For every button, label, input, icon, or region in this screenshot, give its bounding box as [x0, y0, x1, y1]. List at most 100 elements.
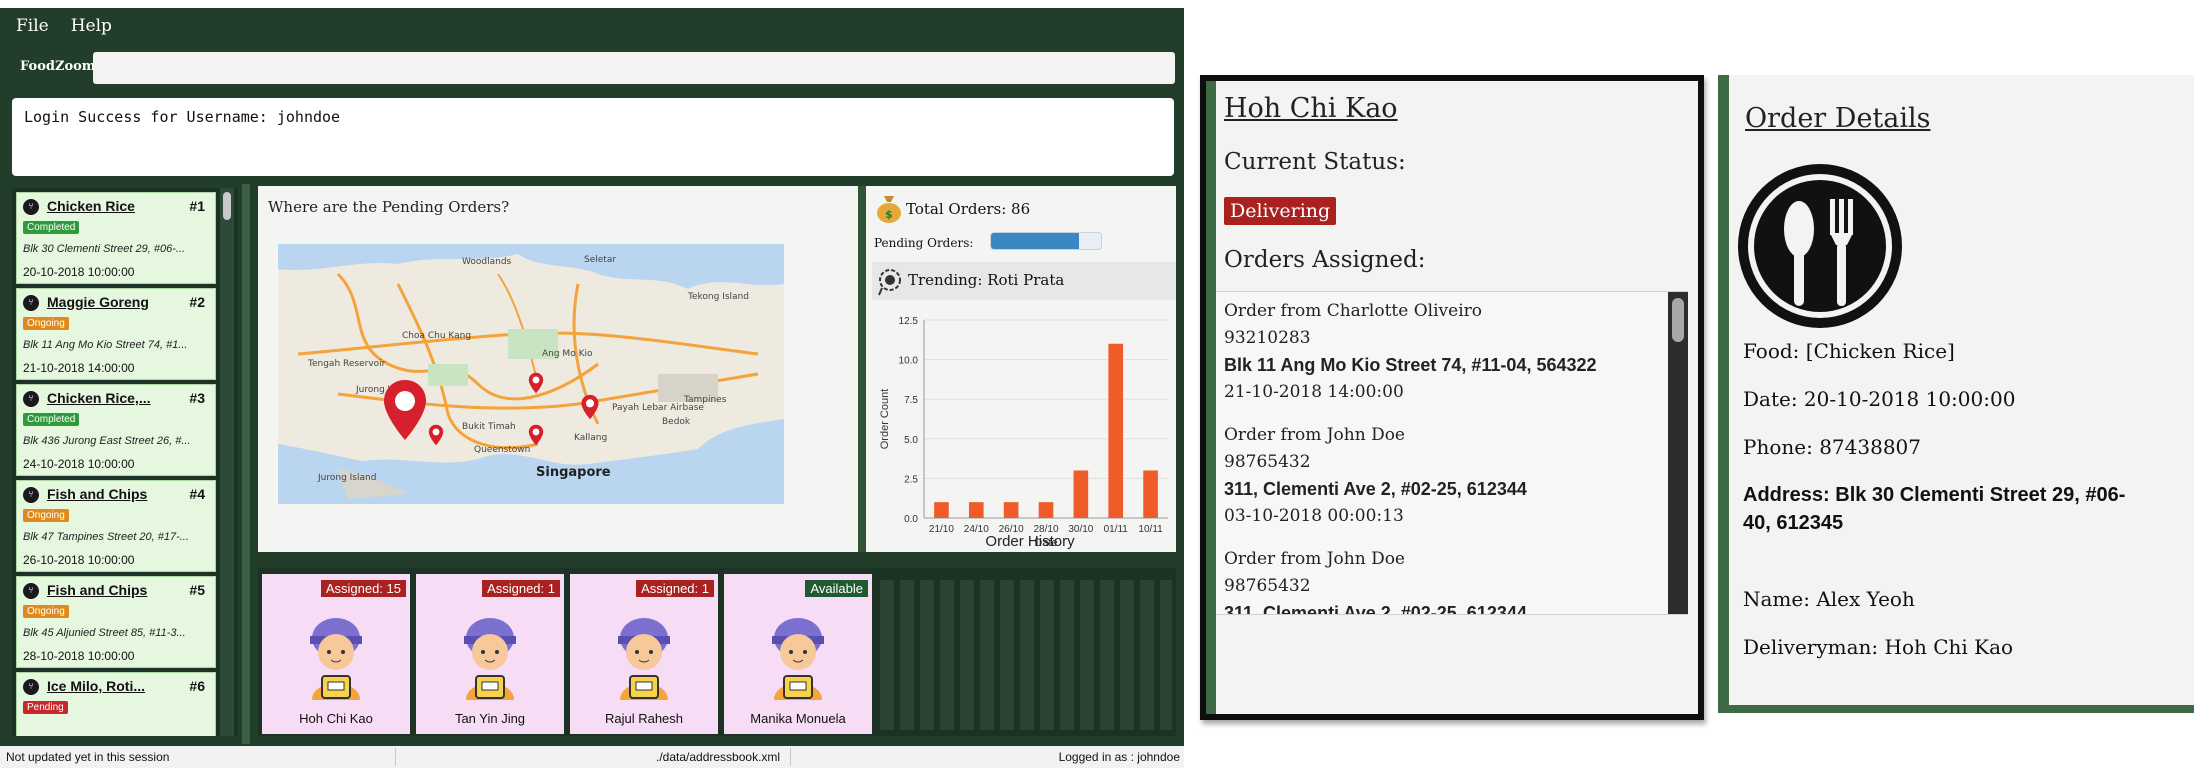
deliveryman-card[interactable]: Assigned: 15 Hoh Chi Kao — [262, 574, 410, 734]
order-name: Fish and Chips — [47, 582, 148, 598]
assigned-order[interactable]: Order from John Doe 98765432 311, Clemen… — [1224, 422, 1527, 530]
map-panel: Where are the Pending Orders? Woodlands … — [258, 186, 858, 552]
deliveryman-detail-panel: Hoh Chi Kao Current Status: Delivering O… — [1206, 81, 1698, 714]
assigned-badge: Assigned: 1 — [636, 580, 714, 597]
bar — [968, 502, 984, 518]
trending-brain-icon — [878, 269, 901, 296]
order-card[interactable]: ⑂ Maggie Goreng #2 Ongoing Blk 11 Ang Mo… — [16, 288, 216, 380]
empty-slot — [920, 580, 934, 730]
svg-text:Tekong Island: Tekong Island — [687, 292, 749, 302]
order-address: Blk 30 Clementi Street 29, #06-... — [23, 243, 186, 255]
trending-text: Trending: Roti Prata — [908, 271, 1065, 289]
order-name: Chicken Rice — [47, 198, 135, 214]
assigned-badge: Assigned: 15 — [320, 580, 406, 597]
order-card[interactable]: ⑂ Fish and Chips #4 Ongoing Blk 47 Tampi… — [16, 480, 216, 572]
deliveryman-avatar-icon — [310, 618, 362, 700]
order-number: #1 — [189, 198, 205, 214]
stats-panel: $ Total Orders: 86 Pending Orders: Trend… — [858, 186, 1176, 552]
command-input[interactable] — [93, 52, 1175, 84]
order-phone: 98765432 — [1224, 576, 1311, 596]
deliveryman-name: Tan Yin Jing — [454, 711, 526, 726]
order-number: #5 — [189, 582, 205, 598]
svg-text:Jurong Island: Jurong Island — [317, 473, 376, 483]
deliveryman-name-heading: Hoh Chi Kao — [1224, 93, 1398, 124]
empty-slot — [1000, 580, 1014, 730]
order-card[interactable]: ⑂ Chicken Rice,... #3 Completed Blk 436 … — [16, 384, 216, 476]
status-badge: Ongoing — [23, 509, 69, 522]
assigned-order[interactable]: Order from John Doe 98765432 311, Clemen… — [1224, 546, 1527, 615]
assigned-orders-list[interactable]: Order from Charlotte Oliveiro 93210283 B… — [1216, 291, 1688, 615]
deliveryman-card[interactable]: Available Manika Monuela — [724, 574, 872, 734]
food-icon: ⑂ — [23, 583, 39, 599]
x-tick-label: 21/10 — [929, 524, 954, 535]
deliveryman-list: Assigned: 15 Hoh Chi Kao Assigned: 1 Tan… — [258, 568, 1176, 736]
svg-text:Tengah Reservoir: Tengah Reservoir — [307, 359, 386, 369]
y-tick-label: 0.0 — [904, 514, 918, 525]
svg-text:Bedok: Bedok — [662, 417, 691, 427]
map-pin-icon[interactable] — [528, 372, 544, 394]
order-name: Chicken Rice,... — [47, 390, 151, 406]
svg-text:Tampines: Tampines — [683, 395, 727, 405]
svg-text:Kallang: Kallang — [574, 433, 607, 443]
empty-slot — [1140, 580, 1154, 730]
empty-slot — [1120, 580, 1134, 730]
order-from: Order from John Doe — [1224, 425, 1405, 445]
scrollbar-thumb[interactable] — [1672, 298, 1684, 342]
empty-slot — [1020, 580, 1034, 730]
order-card[interactable]: ⑂ Ice Milo, Roti... #6 Pending — [16, 672, 216, 736]
order-food: Food: [Chicken Rice] — [1743, 339, 1955, 363]
panel-divider[interactable] — [242, 184, 250, 744]
available-badge: Available — [805, 580, 868, 597]
map-pin-icon[interactable] — [528, 424, 544, 446]
deliveryman-avatar-icon — [618, 618, 670, 700]
empty-slot — [960, 580, 974, 730]
order-address: Blk 11 Ang Mo Kio Street 74, #11-04, 564… — [1224, 355, 1597, 375]
trending-row: Trending: Roti Prata — [872, 262, 1176, 300]
bar — [1143, 470, 1158, 518]
order-from: Order from John Doe — [1224, 549, 1405, 569]
scrollbar-thumb[interactable] — [223, 192, 231, 220]
order-date: 20-10-2018 10:00:00 — [23, 265, 135, 279]
status-badge: Pending — [23, 701, 68, 714]
order-card[interactable]: ⑂ Chicken Rice #1 Completed Blk 30 Cleme… — [16, 192, 216, 284]
deliveryman-card[interactable]: Assigned: 1 Rajul Rahesh — [570, 574, 718, 734]
order-address: Blk 11 Ang Mo Kio Street 74, #1... — [23, 339, 188, 351]
deliveryman-avatar-icon — [464, 618, 516, 700]
assigned-order[interactable]: Order from Charlotte Oliveiro 93210283 B… — [1224, 298, 1597, 406]
order-name: Ice Milo, Roti... — [47, 678, 146, 694]
food-icon: ⑂ — [23, 391, 39, 407]
order-address: 311, Clementi Ave 2, #02-25, 612344 — [1224, 603, 1527, 615]
order-list-scrollbar[interactable] — [220, 188, 234, 736]
y-tick-label: 7.5 — [904, 395, 918, 406]
order-list: ⑂ Chicken Rice #1 Completed Blk 30 Cleme… — [12, 188, 238, 736]
orders-scrollbar[interactable] — [1668, 292, 1688, 614]
main-window: File Help FoodZoom Login Success for Use… — [0, 8, 1184, 768]
file-path: ./data/addressbook.xml — [656, 750, 781, 764]
sync-status: Not updated yet in this session — [6, 750, 170, 764]
deliveryman-card[interactable]: Assigned: 1 Tan Yin Jing — [416, 574, 564, 734]
current-status-label: Current Status: — [1224, 149, 1406, 175]
status-badge: Completed — [23, 221, 80, 234]
order-date: 26-10-2018 10:00:00 — [23, 553, 135, 567]
progress-fill — [991, 233, 1079, 249]
order-card[interactable]: ⑂ Fish and Chips #5 Ongoing Blk 45 Aljun… — [16, 576, 216, 668]
food-icon: ⑂ — [23, 199, 39, 215]
map-pin-icon[interactable] — [428, 424, 444, 446]
menu-file[interactable]: File — [16, 16, 49, 36]
chart-title: Order History — [985, 533, 1075, 550]
empty-slot — [980, 580, 994, 730]
empty-slot — [1040, 580, 1054, 730]
order-address: Blk 47 Tampines Street 20, #17-... — [23, 531, 189, 543]
menu-help[interactable]: Help — [71, 16, 112, 36]
order-name: Fish and Chips — [47, 486, 148, 502]
singapore-map[interactable]: Woodlands Seletar Choa Chu Kang Ang Mo K… — [278, 244, 784, 504]
order-number: #2 — [189, 294, 205, 310]
bar — [1003, 502, 1019, 518]
empty-slot — [880, 580, 894, 730]
order-from: Order from Charlotte Oliveiro — [1224, 301, 1483, 321]
map-pin-icon[interactable] — [580, 394, 600, 420]
food-icon: ⑂ — [23, 679, 39, 695]
y-tick-label: 10.0 — [899, 356, 919, 367]
map-pin-icon[interactable] — [382, 378, 428, 442]
empty-slot — [1100, 580, 1114, 730]
